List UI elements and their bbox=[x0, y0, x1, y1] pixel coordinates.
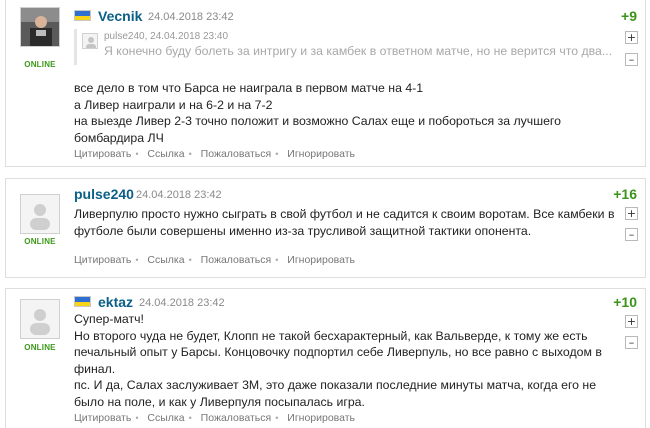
online-status: ONLINE bbox=[24, 60, 56, 69]
ukraine-flag-icon bbox=[74, 296, 91, 307]
comment-line: бомбардира ЛЧ bbox=[74, 130, 164, 145]
comment-line: Ливерпулю просто нужно сыграть в свой фу… bbox=[74, 207, 615, 221]
separator: • bbox=[275, 255, 279, 265]
comment-line: все дело в том что Барса не наиграла в п… bbox=[74, 81, 424, 95]
ignore-link[interactable]: Игнорировать bbox=[287, 412, 355, 424]
ignore-link[interactable]: Игнорировать bbox=[287, 254, 355, 266]
username[interactable]: ektaz bbox=[98, 294, 133, 310]
comment-line: Но второго чуда не будет, Клопп не такой… bbox=[74, 328, 588, 343]
comment-line: на выезде Ливер 2-3 точно положит и возм… bbox=[74, 114, 561, 129]
comment-actions: Цитировать • Ссылка • Пожаловаться • Игнори… bbox=[74, 148, 355, 160]
quote-link[interactable]: Цитировать bbox=[74, 148, 131, 160]
comment-date: 24.04.2018 23:42 bbox=[139, 297, 225, 309]
separator: • bbox=[135, 413, 139, 423]
downvote-button[interactable]: – bbox=[625, 228, 638, 241]
separator: • bbox=[135, 255, 139, 265]
comment-score: +16 bbox=[613, 186, 637, 202]
upvote-button[interactable]: + bbox=[625, 31, 638, 44]
quote-text: Я конечно буду болеть за интригу и за ка… bbox=[104, 44, 613, 58]
username[interactable]: pulse240 bbox=[74, 186, 134, 202]
avatar[interactable] bbox=[20, 299, 60, 339]
comment-body: Супер-матч! Но второго чуда не будет, Кл… bbox=[74, 311, 619, 411]
separator: • bbox=[188, 255, 192, 265]
comment-line: а Ливер наиграли и на 6-2 и на 7-2 bbox=[74, 97, 273, 112]
quote-link[interactable]: Цитировать bbox=[74, 412, 131, 424]
online-status: ONLINE bbox=[24, 237, 56, 246]
ignore-link[interactable]: Игнорировать bbox=[287, 148, 355, 160]
upvote-button[interactable]: + bbox=[625, 207, 638, 220]
upvote-button[interactable]: + bbox=[625, 315, 638, 328]
link-link[interactable]: Ссылка bbox=[147, 254, 184, 266]
comment-line: Супер-матч! bbox=[74, 312, 144, 326]
comment-actions: Цитировать • Ссылка • Пожаловаться • Игнори… bbox=[74, 412, 355, 424]
report-link[interactable]: Пожаловаться bbox=[201, 254, 272, 266]
quote-link[interactable]: Цитировать bbox=[74, 254, 131, 266]
online-status: ONLINE bbox=[24, 343, 56, 352]
link-link[interactable]: Ссылка bbox=[147, 148, 184, 160]
comment-body: Ливерпулю просто нужно сыграть в свой фу… bbox=[74, 206, 619, 239]
comment-line: пс. И да, Салах заслуживает 3М, это даже… bbox=[74, 378, 597, 393]
comment-body: все дело в том что Барса не наиграла в п… bbox=[74, 80, 619, 146]
comment-score: +9 bbox=[621, 8, 637, 24]
comment-actions: Цитировать • Ссылка • Пожаловаться • Игнори… bbox=[74, 254, 355, 266]
ukraine-flag-icon bbox=[74, 10, 91, 21]
separator: • bbox=[188, 149, 192, 159]
comment-date: 24.04.2018 23:42 bbox=[136, 189, 222, 201]
comment-date: 24.04.2018 23:42 bbox=[148, 11, 234, 23]
comment-score: +10 bbox=[613, 294, 637, 310]
quote-avatar bbox=[82, 33, 98, 49]
username[interactable]: Vecnik bbox=[98, 8, 142, 24]
separator: • bbox=[135, 149, 139, 159]
quote-bar bbox=[74, 29, 77, 65]
comment-line: финал. bbox=[74, 361, 116, 376]
quote-author-date: pulse240, 24.04.2018 23:40 bbox=[104, 31, 228, 42]
downvote-button[interactable]: – bbox=[625, 53, 638, 66]
avatar[interactable] bbox=[20, 194, 60, 234]
report-link[interactable]: Пожаловаться bbox=[201, 412, 272, 424]
link-link[interactable]: Ссылка bbox=[147, 412, 184, 424]
avatar[interactable] bbox=[20, 7, 60, 47]
comment: ONLINE Vecnik 24.04.2018 23:42 +9 + – pu… bbox=[5, 0, 646, 167]
downvote-button[interactable]: – bbox=[625, 336, 638, 349]
report-link[interactable]: Пожаловаться bbox=[201, 148, 272, 160]
separator: • bbox=[188, 413, 192, 423]
comment-line: футболе были совершены именно из-за трус… bbox=[74, 223, 532, 238]
comment-line: печальный опыт у Барсы. Концовочку подпо… bbox=[74, 345, 602, 360]
separator: • bbox=[275, 413, 279, 423]
comment: ONLINE ektaz 24.04.2018 23:42 +10 + – Су… bbox=[5, 288, 646, 428]
comment: ONLINE pulse240 24.04.2018 23:42 +16 + –… bbox=[5, 178, 646, 278]
comment-line: было на поле, и как у Ливерпуля посыпала… bbox=[74, 394, 365, 409]
separator: • bbox=[275, 149, 279, 159]
